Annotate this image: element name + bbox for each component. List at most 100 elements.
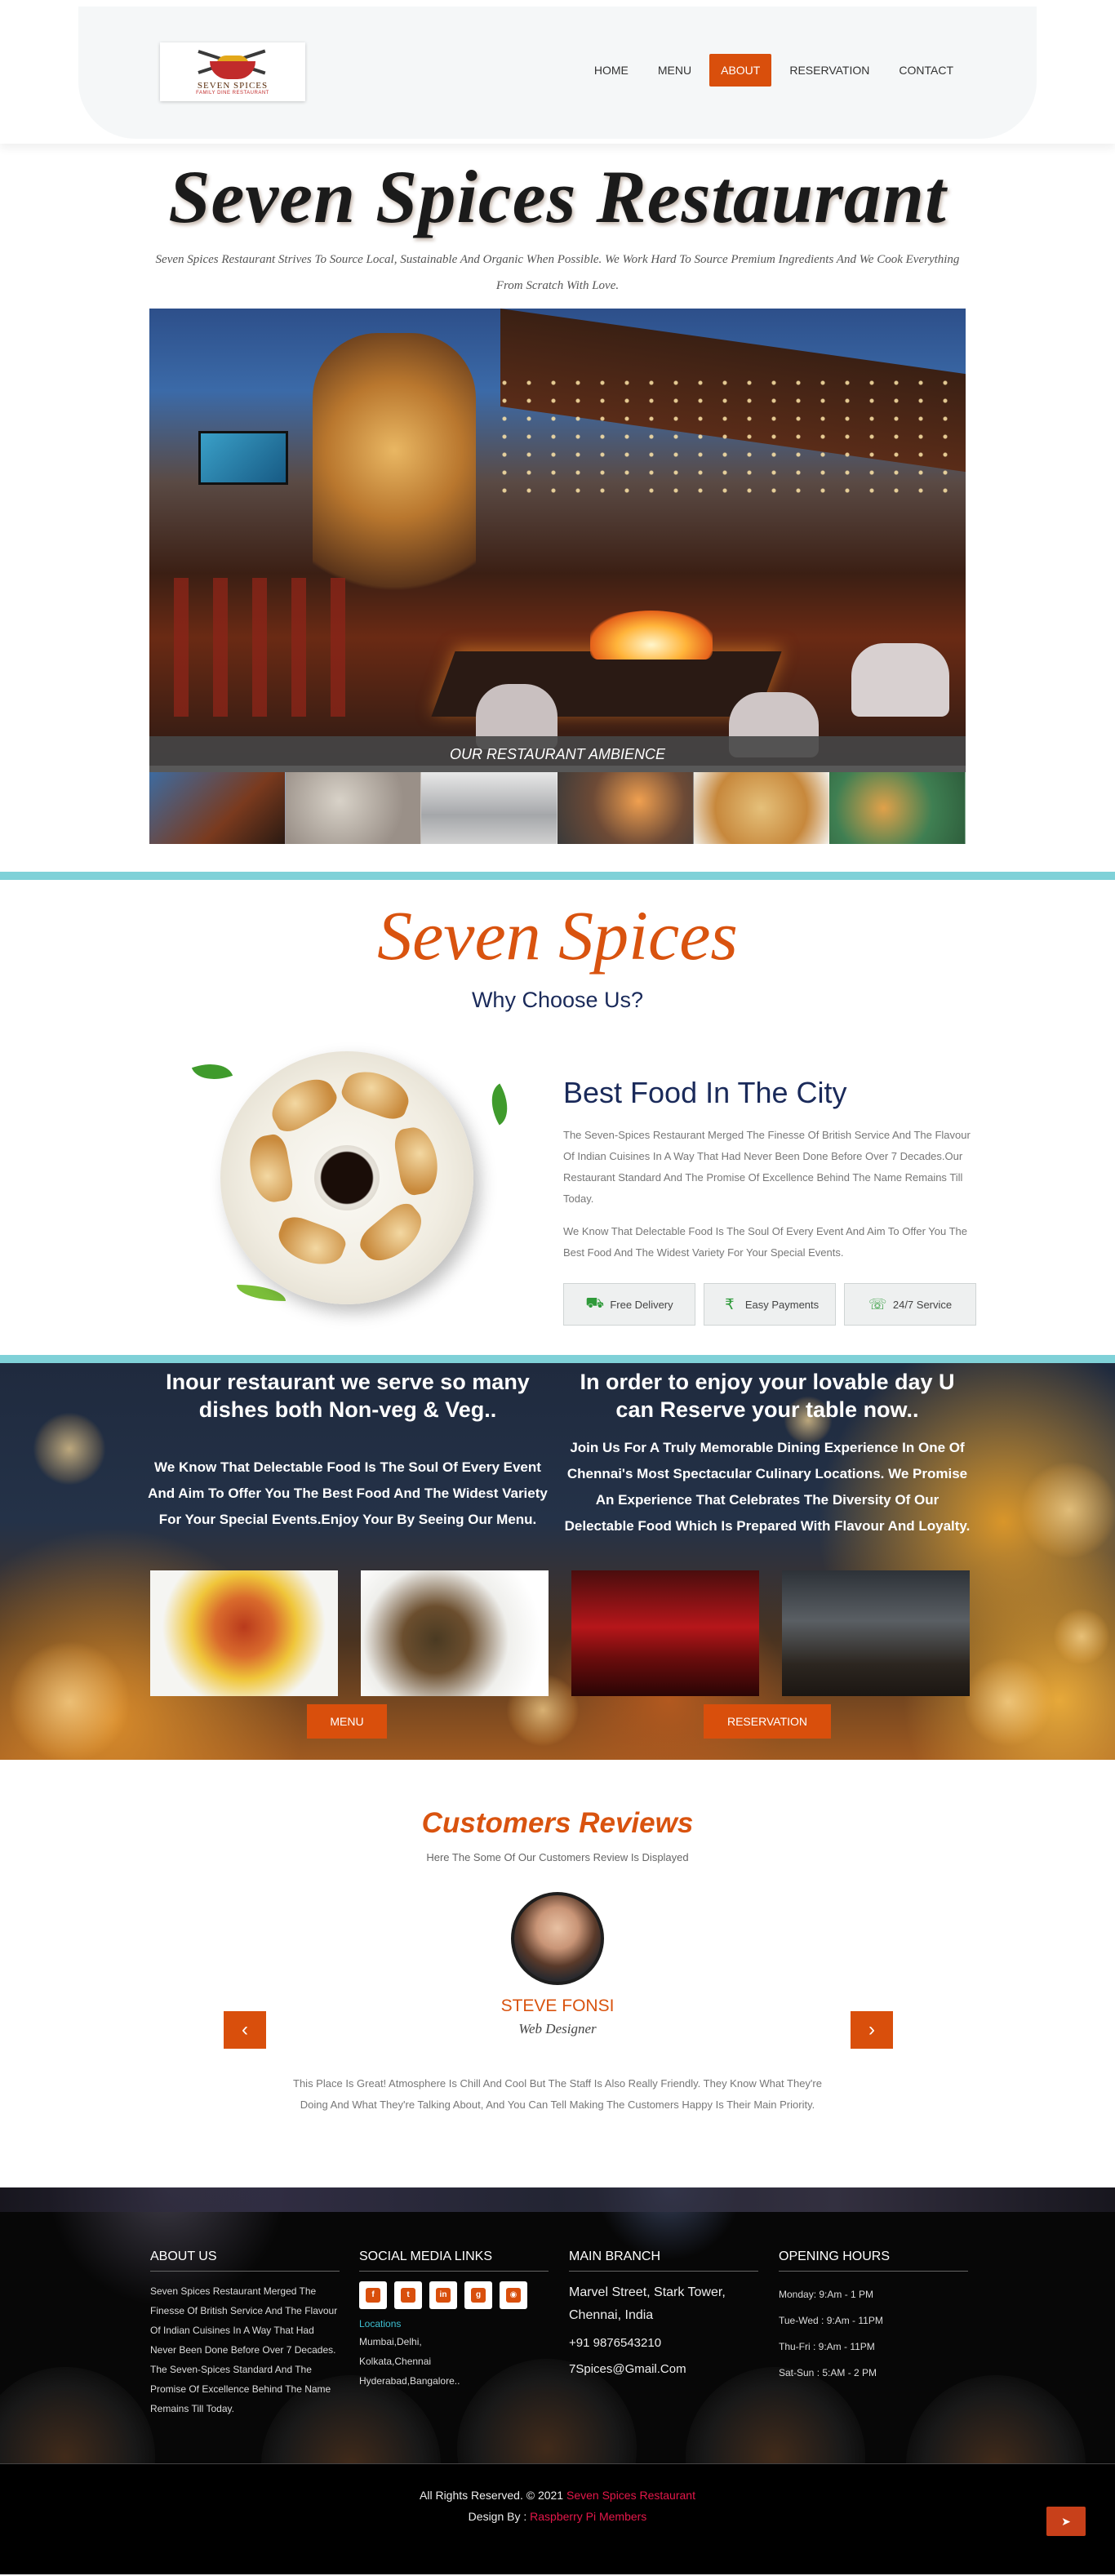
nav-reservation[interactable]: RESERVATION	[778, 54, 881, 87]
promo-reservation-text: Join Us For A Truly Memorable Dining Exp…	[564, 1440, 971, 1534]
best-food-para-2: We Know That Delectable Food Is The Soul…	[563, 1225, 968, 1259]
promo-menu-heading: Inour restaurant we serve so many dishes…	[166, 1370, 530, 1422]
gallery-thumbnails	[149, 772, 966, 844]
ambience-main-photo	[149, 309, 966, 766]
nav-home[interactable]: HOME	[583, 54, 640, 87]
gallery-thumb[interactable]	[421, 772, 558, 844]
design-credit-link[interactable]: Raspberry Pi Members	[530, 2510, 646, 2523]
reserved-table-image	[782, 1570, 970, 1696]
feature-24-7-service[interactable]: ☏ 24/7 Service	[844, 1283, 976, 1326]
dumpling-plate-image	[220, 1051, 473, 1304]
footer-branch-heading: MAIN BRANCH	[569, 2250, 758, 2272]
linkedin-icon: in	[436, 2288, 451, 2303]
nav-about[interactable]: ABOUT	[709, 54, 772, 87]
nav-menu[interactable]: MENU	[646, 54, 703, 87]
reservation-button[interactable]: RESERVATION	[704, 1704, 831, 1739]
footer-about: ABOUT US Seven Spices Restaurant Merged …	[150, 2250, 340, 2418]
copyright-text: All Rights Reserved. © 2021 Seven Spices…	[0, 2489, 1115, 2502]
feature-list: ⛟ Free Delivery ₹ Easy Payments ☏ 24/7 S…	[563, 1283, 980, 1326]
reviewer-avatar	[511, 1892, 604, 1985]
gallery-thumb[interactable]	[829, 772, 966, 844]
rupee-icon: ₹	[725, 1295, 735, 1312]
promo-reservation-column: In order to enjoy your lovable day U can…	[563, 1368, 971, 1539]
menu-button[interactable]: MENU	[307, 1704, 387, 1739]
twitter-link[interactable]: t	[394, 2281, 422, 2309]
feature-easy-payments[interactable]: ₹ Easy Payments	[704, 1283, 836, 1326]
gallery-thumb[interactable]	[285, 772, 422, 844]
locations-label: Locations	[359, 2318, 402, 2330]
promo-menu-text: We Know That Delectable Food Is The Soul…	[148, 1459, 548, 1527]
footer-social-heading: SOCIAL MEDIA LINKS	[359, 2250, 549, 2272]
hero-title: Seven Spices Restaurant	[168, 155, 947, 238]
section-divider	[0, 872, 1115, 880]
copyright-brand-link[interactable]: Seven Spices Restaurant	[566, 2489, 695, 2502]
promo-menu-column: Inour restaurant we serve so many dishes…	[144, 1368, 552, 1533]
feature-free-delivery[interactable]: ⛟ Free Delivery	[563, 1283, 695, 1326]
google-plus-link[interactable]: g	[464, 2281, 492, 2309]
facebook-icon: f	[366, 2288, 380, 2303]
google-plus-icon: g	[471, 2288, 486, 2303]
logo[interactable]: SEVEN SPICES FAMILY DINE RESTAURANT	[160, 42, 305, 101]
review-text: This Place Is Great! Atmosphere Is Chill…	[293, 2077, 822, 2111]
branch-email[interactable]: 7Spices@Gmail.Com	[569, 2360, 758, 2379]
twitter-icon: t	[401, 2288, 415, 2303]
dining-hall-image	[571, 1570, 759, 1696]
locations-line-3: Hyderabad,Bangalore..	[359, 2375, 460, 2387]
hours-line: Monday: 9:Am - 1 PM	[779, 2289, 874, 2300]
logo-tagline: FAMILY DINE RESTAURANT	[196, 91, 269, 95]
feature-label: 24/7 Service	[892, 1298, 953, 1311]
paper-plane-icon: ➤	[1061, 2515, 1071, 2528]
main-nav: HOME MENU ABOUT RESERVATION CONTACT	[583, 54, 965, 87]
hours-line: Tue-Wed : 9:Am - 11PM	[779, 2315, 883, 2326]
review-prev-button[interactable]: ‹	[224, 2011, 266, 2049]
hours-line: Thu-Fri : 9:Am - 11PM	[779, 2341, 875, 2352]
instagram-link[interactable]: ◉	[500, 2281, 527, 2309]
ambience-gallery: OUR RESTAURANT AMBIENCE	[149, 309, 966, 844]
footer-hours: OPENING HOURS Monday: 9:Am - 1 PM Tue-We…	[779, 2250, 968, 2386]
best-food-para-1: The Seven-Spices Restaurant Merged The F…	[563, 1129, 971, 1205]
site-header: SEVEN SPICES FAMILY DINE RESTAURANT HOME…	[0, 0, 1115, 144]
kebab-image	[361, 1570, 549, 1696]
linkedin-link[interactable]: in	[429, 2281, 457, 2309]
best-food-block: Best Food In The City The Seven-Spices R…	[563, 1076, 980, 1326]
footer-about-text: Seven Spices Restaurant Merged The Fines…	[150, 2285, 338, 2414]
truck-icon: ⛟	[585, 1295, 604, 1311]
hours-line: Sat-Sun : 5:AM - 2 PM	[779, 2367, 877, 2378]
facebook-link[interactable]: f	[359, 2281, 387, 2309]
footer-bottom: All Rights Reserved. © 2021 Seven Spices…	[0, 2463, 1115, 2576]
scallion-image	[237, 1285, 286, 1301]
design-prefix: Design By :	[468, 2510, 531, 2523]
reviews-subtitle: Here The Some Of Our Customers Review Is…	[426, 1851, 689, 1863]
about-title: Seven Spices	[377, 896, 738, 975]
section-divider	[0, 1355, 1115, 1363]
reviews-section: Customers Reviews Here The Some Of Our C…	[0, 1760, 1115, 2187]
review-next-button[interactable]: ›	[851, 2011, 893, 2049]
locations-line-1: Mumbai,Delhi,	[359, 2336, 422, 2347]
chevron-right-icon: ›	[868, 2019, 875, 2041]
design-credit: Design By : Raspberry Pi Members	[0, 2510, 1115, 2523]
tandoori-chicken-image	[150, 1570, 338, 1696]
best-food-heading: Best Food In The City	[563, 1076, 847, 1109]
promo-reservation-heading: In order to enjoy your lovable day U can…	[580, 1370, 955, 1422]
gallery-thumb[interactable]	[693, 772, 830, 844]
site-footer: ABOUT US Seven Spices Restaurant Merged …	[0, 2187, 1115, 2463]
footer-hours-heading: OPENING HOURS	[779, 2250, 968, 2272]
gallery-thumb[interactable]	[558, 772, 694, 844]
copyright-bar: All Rights Reserved. © 2021 Seven Spices…	[0, 2463, 1115, 2574]
logo-mark	[184, 48, 282, 79]
feature-label: Easy Payments	[744, 1298, 820, 1311]
about-subtitle: Why Choose Us?	[471, 988, 644, 1012]
footer-social: SOCIAL MEDIA LINKS f t in g ◉ Locations …	[359, 2250, 549, 2391]
headset-icon: ☏	[868, 1295, 887, 1312]
header-bar: SEVEN SPICES FAMILY DINE RESTAURANT HOME…	[78, 7, 1037, 139]
branch-phone[interactable]: +91 9876543210	[569, 2334, 758, 2353]
nav-contact[interactable]: CONTACT	[887, 54, 965, 87]
footer-about-heading: ABOUT US	[150, 2250, 340, 2272]
send-button[interactable]: ➤	[1046, 2507, 1086, 2536]
gallery-thumb[interactable]	[149, 772, 286, 844]
promo-section: Inour restaurant we serve so many dishes…	[0, 1363, 1115, 1760]
locations-line-2: Kolkata,Chennai	[359, 2356, 432, 2367]
instagram-icon: ◉	[506, 2288, 521, 2303]
gallery-caption: OUR RESTAURANT AMBIENCE	[149, 736, 966, 772]
reviewer-name: STEVE FONSI	[500, 1996, 615, 2015]
